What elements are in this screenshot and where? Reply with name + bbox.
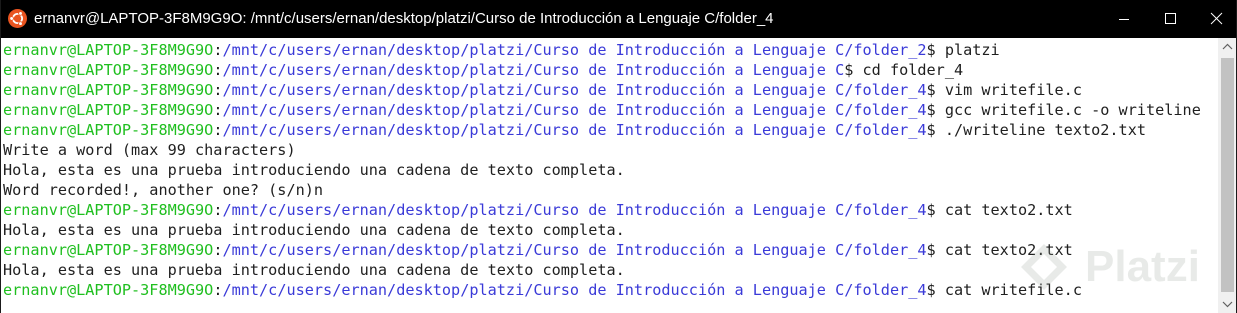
prompt-command: $ gcc writefile.c -o writeline <box>926 101 1201 119</box>
minimize-icon <box>1119 19 1129 20</box>
prompt-user: ernanvr@LAPTOP-3F8M9G9O <box>3 41 214 59</box>
title-bar[interactable]: ernanvr@LAPTOP-3F8M9G9O: /mnt/c/users/er… <box>1 0 1236 38</box>
prompt-user: ernanvr@LAPTOP-3F8M9G9O <box>3 81 214 99</box>
minimize-button[interactable] <box>1101 0 1147 38</box>
prompt-line: ernanvr@LAPTOP-3F8M9G9O:/mnt/c/users/ern… <box>3 60 1201 80</box>
prompt-line: ernanvr@LAPTOP-3F8M9G9O:/mnt/c/users/ern… <box>3 100 1201 120</box>
prompt-path: /mnt/c/users/ernan/desktop/platzi/Curso … <box>222 201 927 219</box>
prompt-command: $ ./writeline texto2.txt <box>926 121 1146 139</box>
close-button[interactable] <box>1193 0 1236 38</box>
prompt-path: /mnt/c/users/ernan/desktop/platzi/Curso … <box>222 41 927 59</box>
prompt-command: $ cd folder_4 <box>844 61 964 79</box>
close-icon <box>1210 12 1223 25</box>
prompt-user: ernanvr@LAPTOP-3F8M9G9O <box>3 101 214 119</box>
prompt-command: $ platzi <box>926 41 1000 59</box>
maximize-icon <box>1165 13 1176 24</box>
prompt-line: ernanvr@LAPTOP-3F8M9G9O:/mnt/c/users/ern… <box>3 40 1201 60</box>
prompt-path: /mnt/c/users/ernan/desktop/platzi/Curso … <box>222 101 927 119</box>
prompt-user: ernanvr@LAPTOP-3F8M9G9O <box>3 241 214 259</box>
prompt-path: /mnt/c/users/ernan/desktop/platzi/Curso … <box>222 61 845 79</box>
ubuntu-icon[interactable] <box>8 9 27 28</box>
scroll-up-arrow-icon[interactable] <box>1218 38 1237 56</box>
maximize-button[interactable] <box>1147 0 1193 38</box>
output-line: Word recorded!, another one? (s/n)n <box>3 181 324 199</box>
output-line: Write a word (max 99 characters) <box>3 141 296 159</box>
prompt-path: /mnt/c/users/ernan/desktop/platzi/Curso … <box>222 121 927 139</box>
scrollbar-thumb[interactable] <box>1221 58 1234 292</box>
window-title: ernanvr@LAPTOP-3F8M9G9O: /mnt/c/users/er… <box>34 10 774 27</box>
prompt-command: $ cat texto2.txt <box>926 201 1073 219</box>
prompt-user: ernanvr@LAPTOP-3F8M9G9O <box>3 201 214 219</box>
prompt-path: /mnt/c/users/ernan/desktop/platzi/Curso … <box>222 241 927 259</box>
prompt-user: ernanvr@LAPTOP-3F8M9G9O <box>3 61 214 79</box>
platzi-watermark: Platzi <box>1013 238 1218 300</box>
prompt-line: ernanvr@LAPTOP-3F8M9G9O:/mnt/c/users/ern… <box>3 80 1201 100</box>
output-line: Hola, esta es una prueba introduciendo u… <box>3 221 625 239</box>
vertical-scrollbar[interactable] <box>1218 38 1237 313</box>
watermark-text: Platzi <box>1085 242 1200 291</box>
platzi-logo-icon <box>1021 244 1067 290</box>
prompt-command: $ vim writefile.c <box>926 81 1082 99</box>
prompt-user: ernanvr@LAPTOP-3F8M9G9O <box>3 121 214 139</box>
prompt-line: ernanvr@LAPTOP-3F8M9G9O:/mnt/c/users/ern… <box>3 120 1201 140</box>
terminal-window: ernanvr@LAPTOP-3F8M9G9O: /mnt/c/users/er… <box>0 0 1237 313</box>
prompt-path: /mnt/c/users/ernan/desktop/platzi/Curso … <box>222 281 927 299</box>
scroll-down-arrow-icon[interactable] <box>1218 295 1237 313</box>
prompt-path: /mnt/c/users/ernan/desktop/platzi/Curso … <box>222 81 927 99</box>
prompt-line: ernanvr@LAPTOP-3F8M9G9O:/mnt/c/users/ern… <box>3 200 1201 220</box>
output-line: Hola, esta es una prueba introduciendo u… <box>3 161 625 179</box>
prompt-user: ernanvr@LAPTOP-3F8M9G9O <box>3 281 214 299</box>
